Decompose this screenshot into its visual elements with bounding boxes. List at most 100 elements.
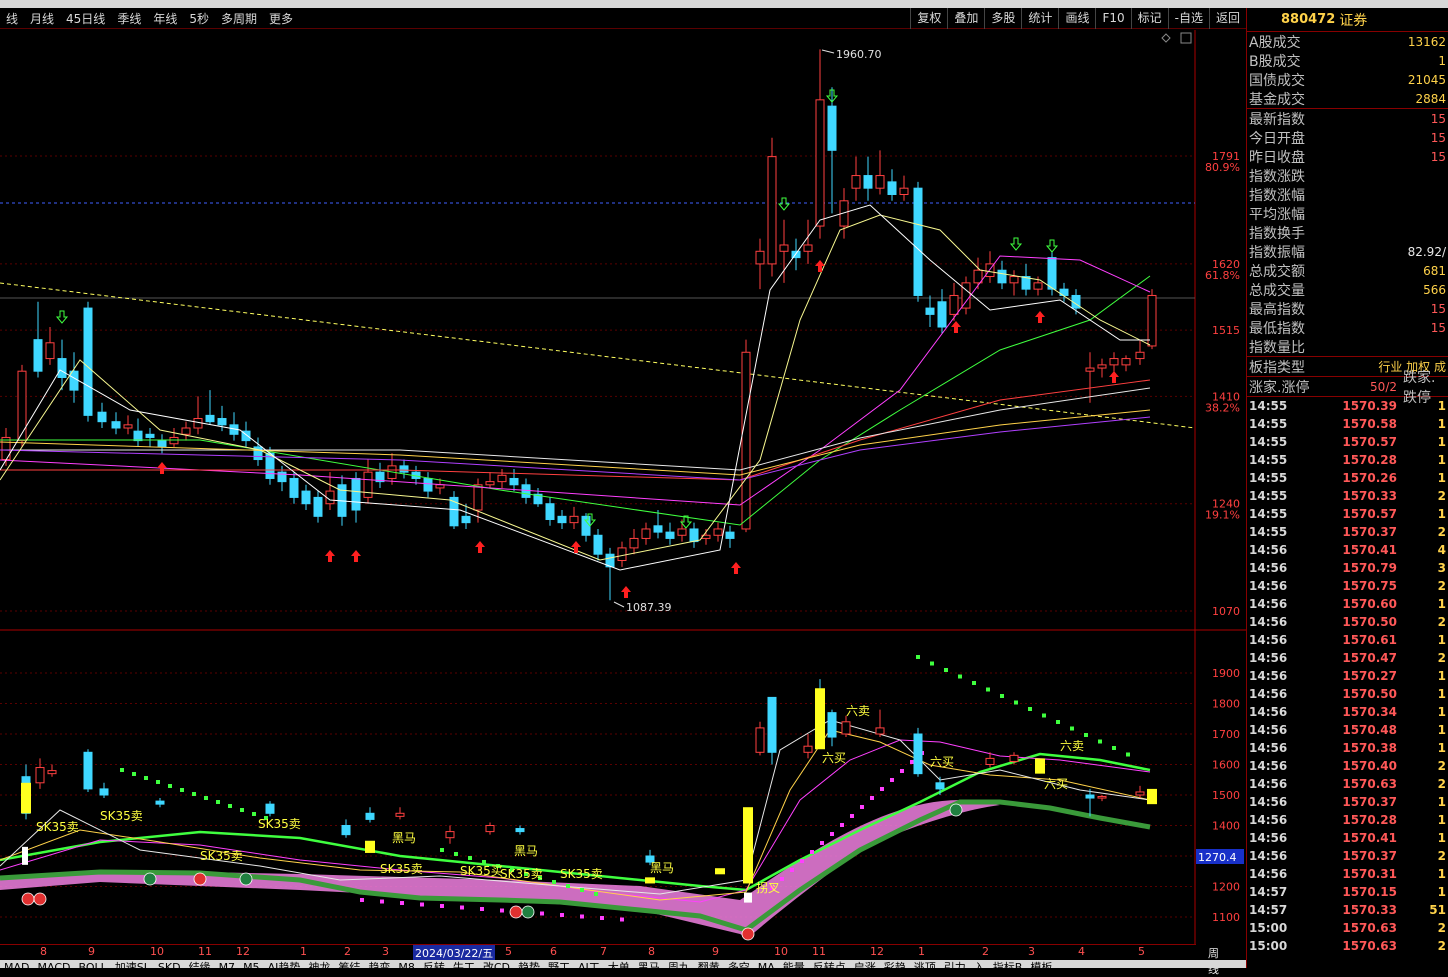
tick-list[interactable]: 14:55 1570.39 1 14:55 1570.58 1 14:55 1570.57 1 1… [1247,397,1448,955]
indicator-tab[interactable]: 指标B [989,961,1027,968]
stat-label: 指数振幅 [1249,244,1305,261]
indicator-tab[interactable]: 大单 [604,961,634,968]
indicator-tab[interactable]: MA [754,961,779,968]
tool-button-2[interactable]: 多股 [984,8,1021,29]
date-label: 10 [774,945,788,958]
tick-cell: 1570.37 [1342,525,1397,539]
indicator-tab[interactable]: M5 [239,961,264,968]
green-dot [958,674,962,679]
kline-chart-area[interactable]: 179180.9%162061.8%1515141038.2%124019.1%… [0,30,1246,944]
stat-row: 平均涨幅 [1247,204,1448,223]
indicator-tab[interactable]: AI工 [574,961,604,968]
period-tab-3[interactable]: 季线 [111,10,147,27]
tick-cell: 2 [1437,525,1446,539]
indicator-tab[interactable]: 趋势 [514,961,544,968]
date-label: 11 [812,945,826,958]
tool-button-4[interactable]: 画线 [1058,8,1095,29]
indicator-tab[interactable]: 模板 [1026,961,1056,968]
tick-cell: 1570.63 [1342,939,1397,953]
tool-button-5[interactable]: F10 [1095,8,1130,29]
indicator-tab[interactable]: M8 [394,961,419,968]
indicator-tab[interactable]: 翻黄 [694,961,724,968]
tool-button-7[interactable]: -自选 [1167,8,1209,29]
period-tab-7[interactable]: 更多 [263,10,299,27]
indicator-tab[interactable]: 入 [970,961,989,968]
indicator-tab[interactable]: BOLL [74,961,110,968]
period-tab-5[interactable]: 5秒 [183,10,215,27]
yellow-signal-bar [1147,788,1157,805]
candle-body [1009,276,1019,284]
period-tab-2[interactable]: 45日线 [60,10,111,27]
indicator-tab[interactable]: 多空 [724,961,754,968]
indicator-tab[interactable]: SKD [154,961,185,968]
tick-cell: 15:00 [1249,939,1288,953]
index-info-panel: 880472 证券 A股成交 13162 B股成交 1 国债成交 21045 基金成交 288… [1246,8,1448,968]
period-tab-1[interactable]: 月线 [24,10,60,27]
tool-button-3[interactable]: 统计 [1021,8,1058,29]
green-dot [440,848,444,852]
indicator-tab[interactable]: 启涨 [850,961,880,968]
indicator-tab[interactable]: 周九 [664,961,694,968]
axis-tick-label: 1515 [1212,324,1240,337]
tick-cell: 14:55 [1249,399,1288,413]
tick-cell: 2 [1437,777,1446,791]
indicator-tab[interactable]: 趋变 [364,961,394,968]
indicator-tab[interactable]: 反转点 [809,961,850,968]
tool-button-1[interactable]: 叠加 [947,8,984,29]
magenta-dot [460,905,464,910]
signal-circle-icon [741,927,755,941]
axis-pct-label: 38.2% [1205,401,1240,414]
index-name: 证券 [1339,12,1368,29]
signal-label: 六买 [822,751,846,765]
indicator-tab[interactable]: 逃顶 [910,961,940,968]
magenta-dot [820,841,824,845]
signal-label: SK35卖 [36,820,79,834]
signal-circle-icon [239,872,253,886]
indicator-tab[interactable]: 野工 [544,961,574,968]
tool-button-0[interactable]: 复权 [910,8,947,29]
indicator-tab[interactable]: MAD [0,961,34,968]
indicator-tab[interactable]: 加速SL [111,961,154,968]
period-tab-6[interactable]: 多周期 [215,10,263,27]
candle-body [899,187,909,195]
signal-circle-icon [33,892,47,906]
candle-body [57,358,67,379]
period-tab-4[interactable]: 年线 [147,10,183,27]
tick-cell: 14:56 [1249,687,1288,701]
indicator-tab[interactable]: 改CD [479,961,514,968]
date-label: 12 [870,945,884,958]
indicator-tab[interactable]: M7 [215,961,240,968]
signal-label: SK35卖 [500,867,543,881]
period-tab-0[interactable]: 线 [0,10,24,27]
indicator-tab[interactable]: 黑马 [634,961,664,968]
tick-row: 14:56 1570.40 2 [1247,757,1448,775]
magenta-dot [840,823,844,827]
indicator-tab[interactable]: AI趋势 [264,961,305,968]
indicator-tab[interactable]: 引力 [940,961,970,968]
tool-button-8[interactable]: 返回 [1208,8,1246,29]
axis-tick-label: 1800 [1212,698,1240,711]
indicator-tab[interactable]: 彩趋 [880,961,910,968]
index-code: 880472 [1281,12,1336,27]
tool-button-6[interactable]: 标记 [1130,8,1168,29]
indicator-tab[interactable]: MACD [34,961,75,968]
green-dot [454,852,458,856]
tick-cell: 1570.63 [1342,921,1397,935]
tick-row: 14:57 1570.33 51 [1247,901,1448,919]
indicator-tab[interactable]: 筹结 [334,961,364,968]
candle-body [629,537,639,549]
indicator-tab[interactable]: 能量 [779,961,809,968]
tick-cell: 4 [1437,543,1446,557]
green-dot [1098,739,1102,744]
tick-cell: 14:55 [1249,489,1288,503]
indicator-tab[interactable]: 结缘 [185,961,215,968]
tick-row: 14:56 1570.61 1 [1247,631,1448,649]
stat-value: 15 [1430,111,1446,126]
indicator-tab[interactable]: 牛工 [449,961,479,968]
indicator-tab[interactable]: 反转 [419,961,449,968]
indicator-tab[interactable]: 神龙 [304,961,334,968]
stat-row: B股成交 1 [1247,51,1448,70]
magenta-dot [880,787,884,791]
signal-label: 六买 [930,755,954,769]
magenta-dot [400,901,404,905]
